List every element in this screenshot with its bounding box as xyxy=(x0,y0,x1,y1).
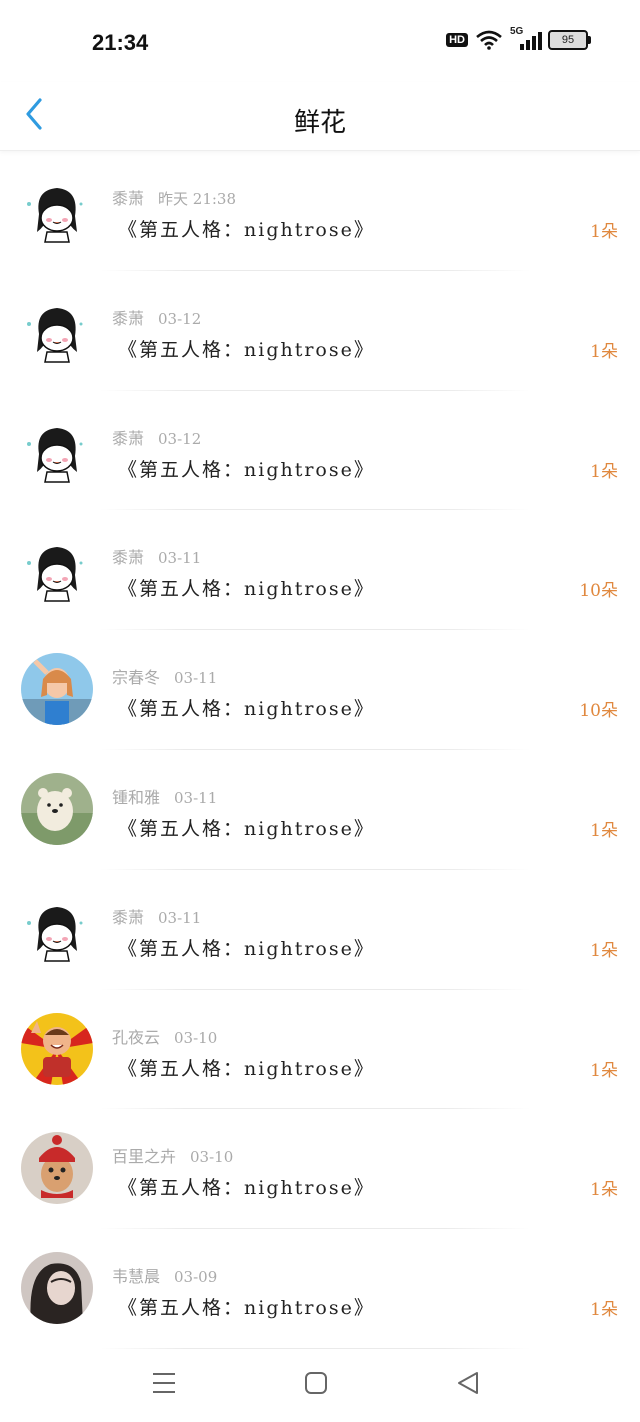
item-meta: 孔夜云 03-10 xyxy=(112,1024,217,1048)
list-item[interactable]: 黍萧 03-11 《第五人格：nightrose》 10朵 xyxy=(0,510,640,631)
send-date: 03-09 xyxy=(174,1268,218,1287)
book-title[interactable]: 《第五人格：nightrose》 xyxy=(118,1173,375,1200)
list-item[interactable]: 黍萧 03-11 《第五人格：nightrose》 1朵 xyxy=(0,870,640,990)
flower-count: 1朵 xyxy=(590,940,618,961)
flower-list: 黍萧 昨天 21:38 《第五人格：nightrose》 1朵 黍萧 03-12 《第五人格… xyxy=(0,151,640,1349)
sender-name[interactable]: 孔夜云 xyxy=(112,1028,160,1047)
flower-count: 1朵 xyxy=(590,1060,618,1081)
battery-icon: 95 xyxy=(548,30,591,50)
status-icons: HD 5G 95 xyxy=(446,26,591,50)
flower-count: 1朵 xyxy=(590,1300,618,1321)
item-meta: 黍萧 03-11 xyxy=(112,544,201,568)
list-item[interactable]: 黍萧 03-12 《第五人格：nightrose》 1朵 xyxy=(0,271,640,391)
menu-icon[interactable] xyxy=(149,1368,179,1398)
avatar[interactable] xyxy=(21,1252,93,1325)
flower-count: 1朵 xyxy=(590,341,618,362)
avatar[interactable] xyxy=(21,772,93,845)
avatar[interactable] xyxy=(21,1132,93,1205)
item-meta: 黍萧 03-12 xyxy=(112,425,201,449)
send-date: 03-10 xyxy=(190,1148,234,1167)
send-date: 03-10 xyxy=(174,1028,218,1047)
avatar[interactable] xyxy=(21,1012,93,1085)
item-meta: 宗春冬 03-11 xyxy=(112,664,217,688)
system-nav-bar xyxy=(0,1350,640,1422)
send-date: 03-11 xyxy=(158,549,202,568)
avatar[interactable] xyxy=(21,892,93,965)
hd-icon: HD xyxy=(446,33,468,47)
book-title[interactable]: 《第五人格：nightrose》 xyxy=(118,574,375,601)
book-title[interactable]: 《第五人格：nightrose》 xyxy=(118,814,375,841)
send-date: 昨天 21:38 xyxy=(158,190,237,208)
divider xyxy=(100,1347,530,1349)
avatar[interactable] xyxy=(21,413,93,486)
sender-name[interactable]: 黍萧 xyxy=(112,309,144,328)
flower-count: 1朵 xyxy=(590,461,618,482)
book-title[interactable]: 《第五人格：nightrose》 xyxy=(118,455,375,482)
home-icon[interactable] xyxy=(301,1368,331,1398)
page-title: 鲜花 xyxy=(293,108,346,138)
avatar[interactable] xyxy=(21,174,93,246)
avatar[interactable] xyxy=(21,533,93,606)
book-title[interactable]: 《第五人格：nightrose》 xyxy=(118,215,375,242)
sender-name[interactable]: 黍萧 xyxy=(112,908,144,927)
flower-count: 10朵 xyxy=(579,581,618,602)
back-triangle-icon[interactable] xyxy=(453,1368,483,1398)
avatar[interactable] xyxy=(21,293,93,366)
book-title[interactable]: 《第五人格：nightrose》 xyxy=(118,694,375,721)
send-date: 03-11 xyxy=(174,788,218,807)
item-meta: 韦慧晨 03-09 xyxy=(112,1263,217,1287)
flower-count: 1朵 xyxy=(590,820,618,841)
sender-name[interactable]: 百里之卉 xyxy=(112,1147,176,1166)
item-meta: 锺和雅 03-11 xyxy=(112,784,217,808)
item-meta: 黍萧 昨天 21:38 xyxy=(112,185,236,209)
top-nav-bar: 鲜花 xyxy=(0,82,640,151)
send-date: 03-12 xyxy=(158,429,202,448)
list-item[interactable]: 宗春冬 03-11 《第五人格：nightrose》 10朵 xyxy=(0,630,640,750)
flower-count: 1朵 xyxy=(590,1180,618,1201)
list-item[interactable]: 黍萧 昨天 21:38 《第五人格：nightrose》 1朵 xyxy=(0,151,640,271)
send-date: 03-12 xyxy=(158,309,202,328)
sender-name[interactable]: 宗春冬 xyxy=(112,668,160,687)
wifi-icon xyxy=(476,30,502,50)
item-meta: 黍萧 03-12 xyxy=(112,305,201,329)
status-time: 21:34 xyxy=(92,30,149,55)
book-title[interactable]: 《第五人格：nightrose》 xyxy=(118,1054,375,1081)
book-title[interactable]: 《第五人格：nightrose》 xyxy=(118,1293,375,1320)
book-title[interactable]: 《第五人格：nightrose》 xyxy=(118,934,375,961)
list-item[interactable]: 百里之卉 03-10 《第五人格：nightrose》 1朵 xyxy=(0,1109,640,1230)
book-title[interactable]: 《第五人格：nightrose》 xyxy=(118,335,375,362)
list-item[interactable]: 黍萧 03-12 《第五人格：nightrose》 1朵 xyxy=(0,391,640,511)
sender-name[interactable]: 锺和雅 xyxy=(112,788,160,807)
flower-count: 1朵 xyxy=(590,222,618,242)
status-bar: 21:34 HD 5G 95 xyxy=(0,0,640,82)
signal-icon: 5G xyxy=(510,26,542,50)
send-date: 03-11 xyxy=(158,908,202,927)
sender-name[interactable]: 黍萧 xyxy=(112,548,144,567)
list-item[interactable]: 孔夜云 03-10 《第五人格：nightrose》 1朵 xyxy=(0,990,640,1110)
list-item[interactable]: 锺和雅 03-11 《第五人格：nightrose》 1朵 xyxy=(0,750,640,870)
item-meta: 百里之卉 03-10 xyxy=(112,1143,233,1167)
avatar[interactable] xyxy=(21,653,93,726)
sender-name[interactable]: 韦慧晨 xyxy=(112,1267,160,1286)
item-meta: 黍萧 03-11 xyxy=(112,904,201,928)
send-date: 03-11 xyxy=(174,669,218,688)
list-item[interactable]: 韦慧晨 03-09 《第五人格：nightrose》 1朵 xyxy=(0,1229,640,1349)
flower-count: 10朵 xyxy=(579,701,618,722)
sender-name[interactable]: 黍萧 xyxy=(112,189,144,208)
sender-name[interactable]: 黍萧 xyxy=(112,429,144,448)
